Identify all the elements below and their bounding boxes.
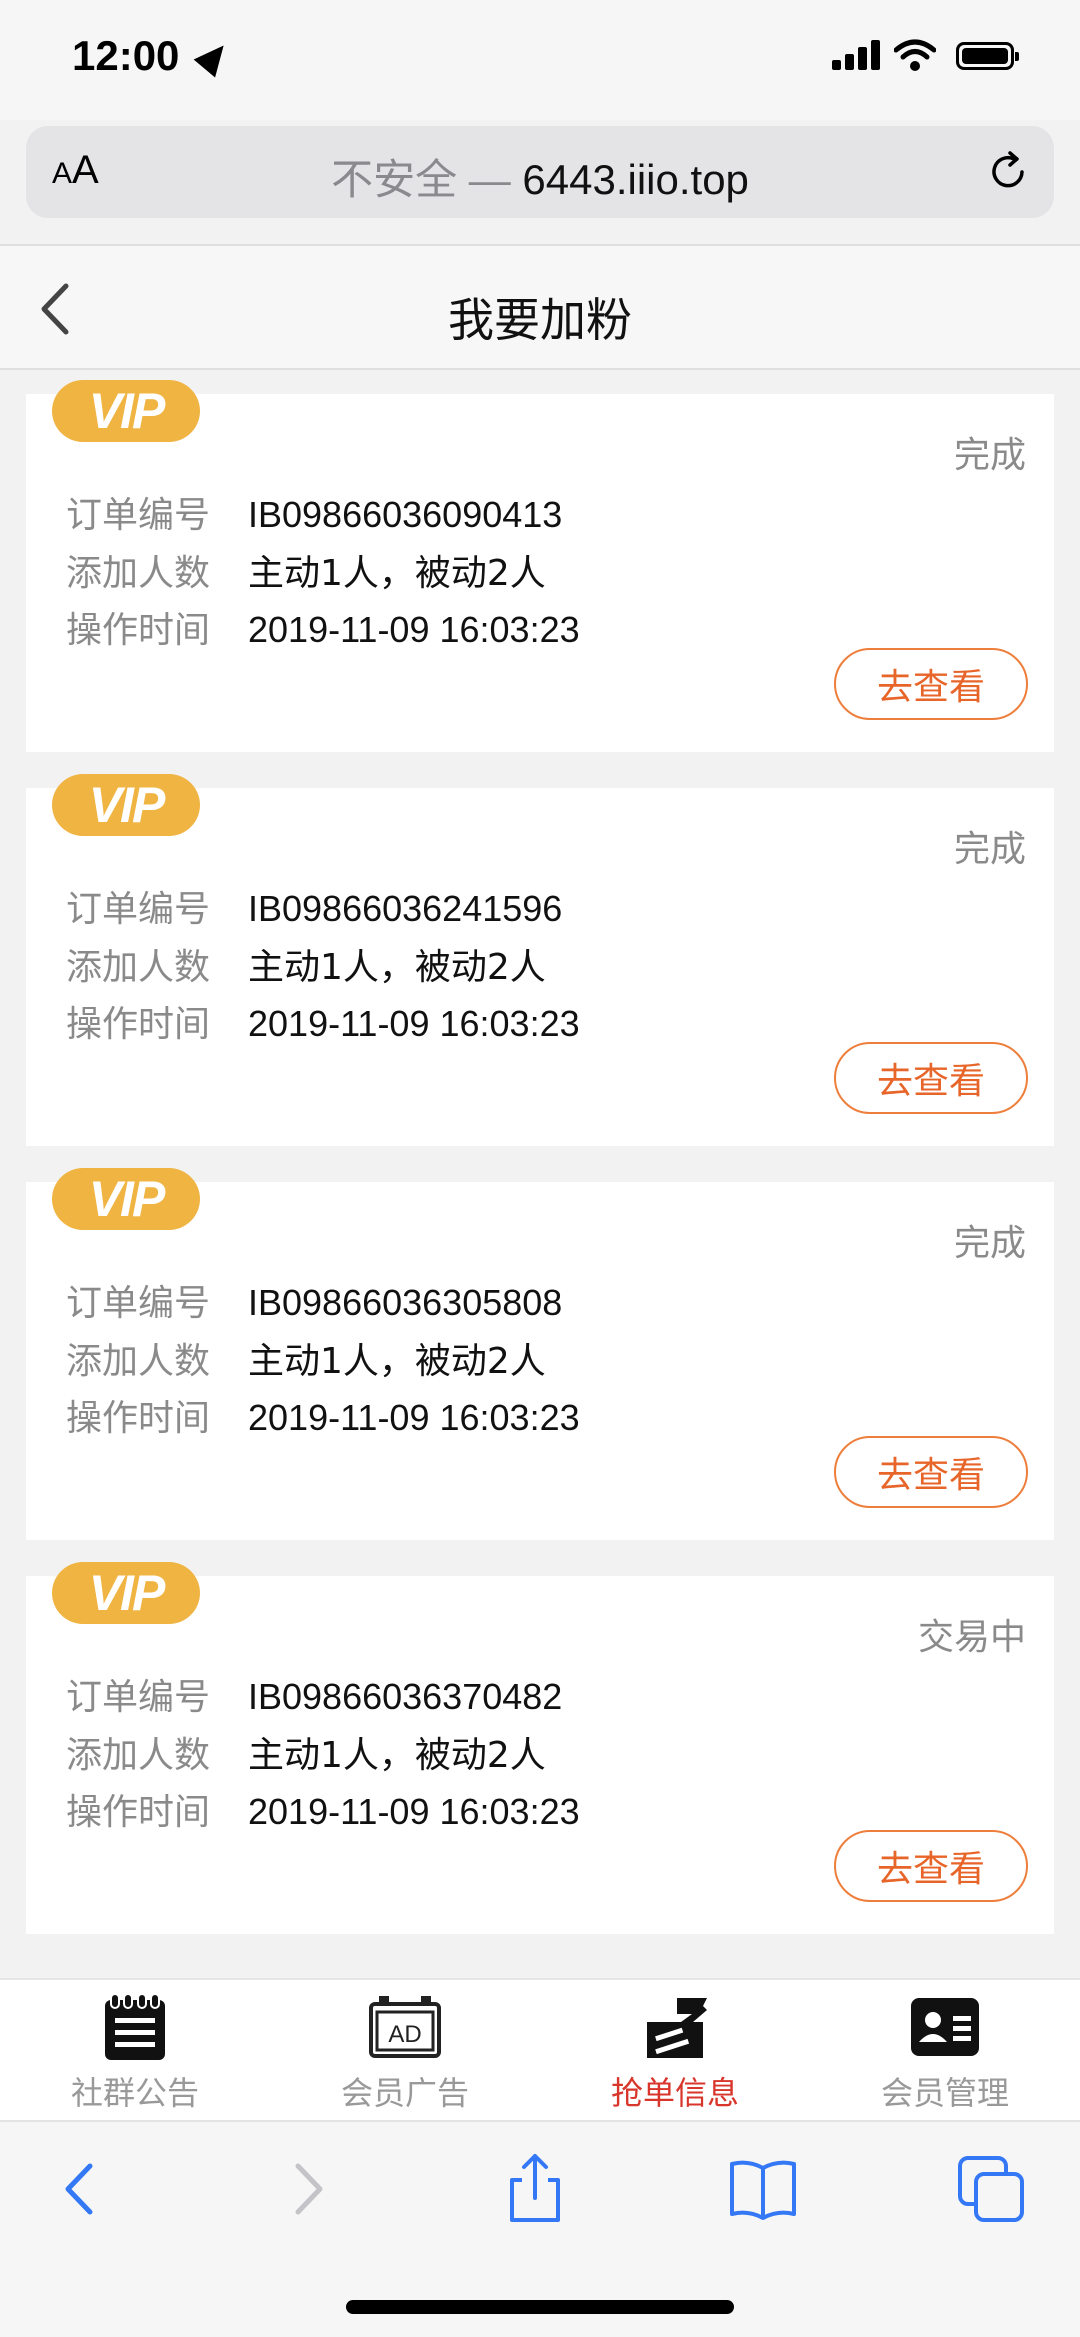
cellular-signal-icon [832,40,880,70]
order-no-label: 订单编号 [66,1677,211,1718]
grab-order-icon [647,1998,707,2058]
add-count-row: 添加人数 主动1人，被动2人 [66,544,546,596]
add-count-label: 添加人数 [66,947,211,988]
op-time-label: 操作时间 [66,610,211,651]
op-time-value: 2019-11-09 16:03:23 [248,1791,580,1832]
add-count-value: 主动1人，被动2人 [248,947,546,988]
op-time-row: 操作时间 2019-11-09 16:03:23 [66,995,580,1047]
order-no-label: 订单编号 [66,1283,211,1324]
order-no-label: 订单编号 [66,889,211,930]
vip-text: VIP [88,383,166,439]
vip-text: VIP [88,1565,166,1621]
address-text[interactable]: 不安全 — 6443.iiio.top [26,146,1054,207]
reload-icon[interactable] [984,148,1032,196]
vip-text: VIP [88,1171,166,1227]
battery-icon [956,42,1019,70]
tab-community-notice[interactable]: 社群公告 [0,1980,270,2120]
notepad-icon [105,1993,165,2060]
view-button[interactable]: 去查看 [834,1830,1028,1902]
tab-member-ads[interactable]: AD 会员广告 [270,1980,540,2120]
order-no-row: 订单编号 IB09866036305808 [66,1274,562,1326]
op-time-label: 操作时间 [66,1004,211,1045]
tab-bar: 社群公告 AD 会员广告 抢单信息 会员管理 [0,1978,1080,2120]
order-no-row: 订单编号 IB09866036090413 [66,486,562,538]
add-count-value: 主动1人，被动2人 [248,553,546,594]
order-card: VIP 完成 订单编号 IB09866036305808 添加人数 主动1人，被动2… [26,1168,1054,1540]
order-status: 完成 [953,435,1026,476]
op-time-value: 2019-11-09 16:03:23 [248,609,580,650]
status-time: 12:00 [72,32,180,79]
order-card: VIP 交易中 订单编号 IB09866036370482 添加人数 主动1人，被动… [26,1562,1054,1934]
address-bar[interactable]: AA 不安全 — 6443.iiio.top [26,126,1054,218]
add-count-row: 添加人数 主动1人，被动2人 [66,1726,546,1778]
tab-label: 抢单信息 [610,2074,739,2112]
tab-label: 会员管理 [880,2074,1009,2112]
tab-label: 社群公告 [70,2074,199,2112]
view-button[interactable]: 去查看 [834,648,1028,720]
app-header: 我要加粉 [0,244,1080,370]
order-no-label: 订单编号 [66,495,211,536]
order-no-value: IB09866036241596 [248,888,563,929]
order-list: VIP 完成 订单编号 IB09866036090413 添加人数 主动1人，被动2… [26,380,1054,1970]
order-status: 完成 [953,1223,1026,1264]
forward-icon[interactable] [270,2152,344,2226]
order-card: VIP 完成 订单编号 IB09866036241596 添加人数 主动1人，被动2… [26,774,1054,1146]
order-no-row: 订单编号 IB09866036241596 [66,880,562,932]
vip-badge: VIP [52,1562,200,1624]
member-card-icon [911,1998,979,2056]
order-status: 交易中 [917,1617,1026,1658]
order-no-value: IB09866036090413 [248,494,563,535]
location-arrow-icon [193,36,235,78]
wifi-icon [894,39,936,71]
add-count-row: 添加人数 主动1人，被动2人 [66,938,546,990]
op-time-value: 2019-11-09 16:03:23 [248,1003,580,1044]
order-no-row: 订单编号 IB09866036370482 [66,1668,562,1720]
add-count-label: 添加人数 [66,553,211,594]
add-count-value: 主动1人，被动2人 [248,1341,546,1382]
tab-member-management[interactable]: 会员管理 [810,1980,1080,2120]
order-no-value: IB09866036370482 [248,1676,563,1717]
back-icon[interactable] [44,2152,118,2226]
op-time-label: 操作时间 [66,1398,211,1439]
bookmarks-icon[interactable] [726,2152,800,2226]
ad-icon-text: AD [388,2021,421,2048]
op-time-row: 操作时间 2019-11-09 16:03:23 [66,601,580,653]
add-count-label: 添加人数 [66,1341,211,1382]
tab-label: 会员广告 [340,2074,469,2112]
op-time-row: 操作时间 2019-11-09 16:03:23 [66,1783,580,1835]
op-time-label: 操作时间 [66,1792,211,1833]
ad-icon: AD [369,1996,441,2058]
status-bar: 12:00 AA 不安全 — 6443.iiio.top [0,0,1080,218]
add-count-value: 主动1人，被动2人 [248,1735,546,1776]
add-count-row: 添加人数 主动1人，被动2人 [66,1332,546,1384]
tabs-icon[interactable] [954,2152,1028,2226]
share-icon[interactable] [498,2152,572,2226]
address-host: 6443.iiio.top [522,156,749,203]
order-status: 完成 [953,829,1026,870]
vip-text: VIP [88,777,166,833]
order-no-value: IB09866036305808 [248,1282,563,1323]
add-count-label: 添加人数 [66,1735,211,1776]
tab-grab-orders[interactable]: 抢单信息 [540,1980,810,2120]
op-time-row: 操作时间 2019-11-09 16:03:23 [66,1389,580,1441]
home-indicator [346,2300,734,2314]
view-button[interactable]: 去查看 [834,1042,1028,1114]
insecure-label: 不安全 — [331,156,523,203]
vip-badge: VIP [52,1168,200,1230]
vip-badge: VIP [52,774,200,836]
op-time-value: 2019-11-09 16:03:23 [248,1397,580,1438]
vip-badge: VIP [52,380,200,442]
page-title: 我要加粉 [448,293,632,347]
order-card: VIP 完成 订单编号 IB09866036090413 添加人数 主动1人，被动2… [26,380,1054,752]
view-button[interactable]: 去查看 [834,1436,1028,1508]
